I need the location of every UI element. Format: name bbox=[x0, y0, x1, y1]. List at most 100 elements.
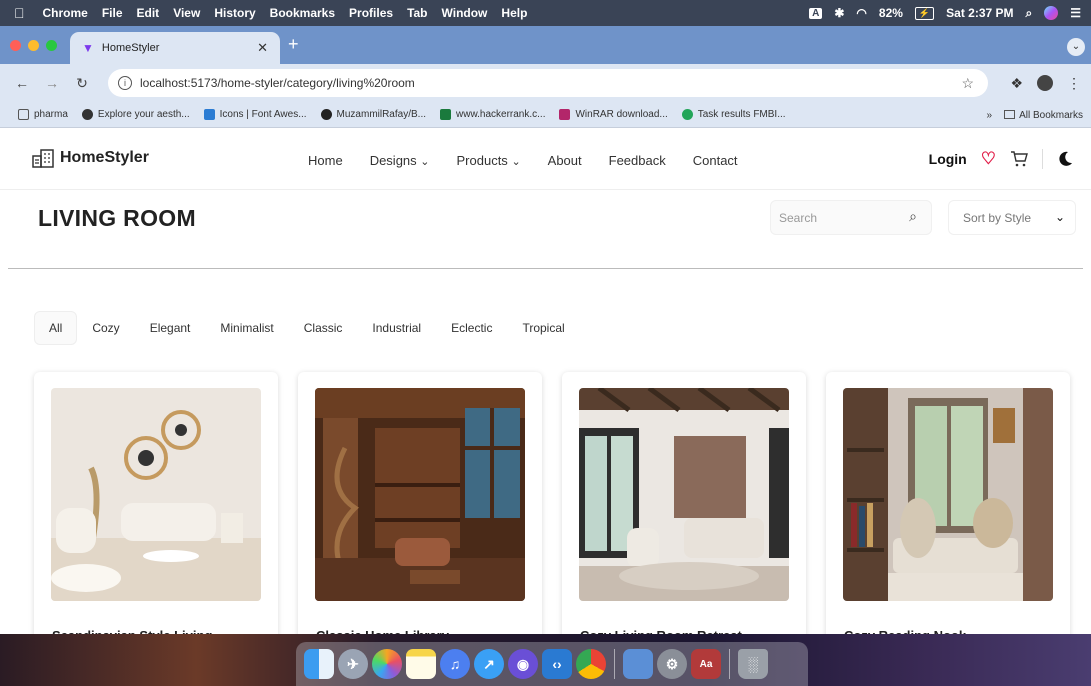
filter-eclectic[interactable]: Eclectic bbox=[436, 311, 507, 345]
nav-products-label: Products bbox=[456, 153, 508, 168]
nav-about[interactable]: About bbox=[548, 153, 582, 168]
spotlight-icon[interactable]: ⌕ bbox=[1026, 6, 1033, 21]
menu-history[interactable]: History bbox=[214, 6, 255, 20]
design-card[interactable]: Cozy Living Room Retreat bbox=[562, 372, 806, 648]
notes-icon[interactable] bbox=[406, 649, 436, 679]
all-bookmarks-label: All Bookmarks bbox=[1019, 109, 1083, 121]
bookmark-item[interactable]: Icons | Font Awes... bbox=[203, 109, 307, 120]
bookmark-item[interactable]: WinRAR download... bbox=[559, 109, 668, 120]
bookmark-label: MuzammilRafay/B... bbox=[336, 109, 426, 120]
menu-profiles[interactable]: Profiles bbox=[349, 6, 393, 20]
design-card[interactable]: Classic Home Library bbox=[298, 372, 542, 648]
site-navbar: HomeStyler Home Designs ⌄ Products ⌄ Abo… bbox=[0, 128, 1091, 190]
battery-percentage[interactable]: 82% bbox=[879, 6, 903, 20]
close-window-icon[interactable] bbox=[10, 40, 21, 51]
login-link[interactable]: Login bbox=[929, 151, 967, 167]
siri-icon[interactable] bbox=[1044, 6, 1059, 20]
music-icon[interactable]: ♫ bbox=[440, 649, 470, 679]
profile-avatar[interactable] bbox=[1037, 75, 1053, 91]
chevron-down-icon: ⌄ bbox=[1054, 210, 1065, 224]
bookmark-item[interactable]: www.hackerrank.c... bbox=[440, 109, 545, 120]
filter-elegant[interactable]: Elegant bbox=[135, 311, 206, 345]
nav-products[interactable]: Products ⌄ bbox=[457, 153, 521, 168]
more-bookmarks-icon[interactable]: » bbox=[987, 110, 993, 121]
menu-window[interactable]: Window bbox=[442, 6, 488, 20]
cart-icon[interactable] bbox=[1010, 150, 1028, 168]
reload-icon[interactable]: ↻ bbox=[74, 75, 90, 92]
site-logo[interactable]: HomeStyler bbox=[32, 148, 149, 168]
design-card[interactable]: Scandinavian Style Living bbox=[34, 372, 278, 648]
wifi-icon[interactable]: ◠ bbox=[856, 6, 866, 20]
filter-tropical[interactable]: Tropical bbox=[507, 311, 579, 345]
control-center-icon[interactable]: ☰ bbox=[1070, 6, 1081, 20]
browser-tab[interactable]: ▼ HomeStyler ✕ bbox=[70, 32, 280, 64]
system-settings-icon[interactable]: ⚙ bbox=[657, 649, 687, 679]
search-icon[interactable]: ⌕ bbox=[909, 208, 917, 225]
design-image[interactable] bbox=[579, 388, 789, 601]
menu-edit[interactable]: Edit bbox=[137, 6, 160, 20]
menubar-app-name[interactable]: Chrome bbox=[43, 6, 88, 20]
photos-icon[interactable] bbox=[372, 649, 402, 679]
bookmark-item[interactable]: Explore your aesth... bbox=[81, 109, 190, 120]
minimize-window-icon[interactable] bbox=[28, 40, 39, 51]
close-tab-icon[interactable]: ✕ bbox=[257, 40, 268, 56]
style-filter-tabs: All Cozy Elegant Minimalist Classic Indu… bbox=[34, 311, 580, 345]
github-desktop-icon[interactable]: ◉ bbox=[508, 649, 538, 679]
extensions-icon[interactable]: ❖ bbox=[1010, 75, 1023, 92]
vscode-icon[interactable]: ‹› bbox=[542, 649, 572, 679]
clock[interactable]: Sat 2:37 PM bbox=[946, 6, 1013, 20]
trash-icon[interactable]: ░ bbox=[738, 649, 768, 679]
bookmark-item[interactable]: Task results FMBI... bbox=[681, 109, 786, 120]
input-source-icon[interactable]: A bbox=[809, 7, 823, 19]
battery-icon[interactable]: ⚡ bbox=[914, 6, 935, 20]
dictionary-icon[interactable]: Aa bbox=[691, 649, 721, 679]
chrome-icon[interactable] bbox=[576, 649, 606, 679]
preview-icon[interactable] bbox=[623, 649, 653, 679]
address-bar[interactable]: i localhost:5173/home-styler/category/li… bbox=[108, 69, 988, 97]
bookmark-star-icon[interactable]: ☆ bbox=[961, 75, 974, 92]
heart-icon[interactable]: ♡ bbox=[981, 149, 996, 169]
menu-tab[interactable]: Tab bbox=[407, 6, 427, 20]
bluetooth-icon[interactable]: ✱ bbox=[834, 6, 844, 20]
nav-contact[interactable]: Contact bbox=[693, 153, 738, 168]
forward-icon[interactable]: → bbox=[44, 75, 60, 91]
new-tab-icon[interactable]: + bbox=[288, 34, 299, 55]
design-card[interactable]: Cozy Reading Nook bbox=[826, 372, 1070, 648]
safari-icon[interactable]: ↗ bbox=[474, 649, 504, 679]
site-info-icon[interactable]: i bbox=[118, 76, 132, 90]
tab-strip: ▼ HomeStyler ✕ + ⌄ bbox=[0, 26, 1091, 64]
chrome-menu-icon[interactable]: ⋮ bbox=[1067, 75, 1081, 92]
design-image[interactable] bbox=[843, 388, 1053, 601]
filter-classic[interactable]: Classic bbox=[289, 311, 358, 345]
menu-view[interactable]: View bbox=[173, 6, 200, 20]
window-controls bbox=[10, 40, 57, 51]
bookmark-item[interactable]: pharma bbox=[18, 109, 68, 120]
launchpad-icon[interactable]: ✈ bbox=[338, 649, 368, 679]
tab-search-icon[interactable]: ⌄ bbox=[1067, 38, 1085, 56]
design-image[interactable] bbox=[315, 388, 525, 601]
main-nav: Home Designs ⌄ Products ⌄ About Feedback… bbox=[308, 153, 738, 168]
search-placeholder: Search bbox=[779, 210, 818, 225]
nav-home[interactable]: Home bbox=[308, 153, 343, 168]
filter-cozy[interactable]: Cozy bbox=[77, 311, 134, 345]
sort-dropdown[interactable]: Sort by Style ⌄ bbox=[948, 200, 1076, 235]
menu-help[interactable]: Help bbox=[501, 6, 527, 20]
back-icon[interactable]: ← bbox=[14, 75, 30, 91]
menu-file[interactable]: File bbox=[102, 6, 123, 20]
design-image[interactable] bbox=[51, 388, 261, 601]
nav-designs[interactable]: Designs ⌄ bbox=[370, 153, 430, 168]
nav-feedback[interactable]: Feedback bbox=[609, 153, 666, 168]
filter-minimalist[interactable]: Minimalist bbox=[205, 311, 288, 345]
menu-bookmarks[interactable]: Bookmarks bbox=[270, 6, 335, 20]
finder-icon[interactable] bbox=[304, 649, 334, 679]
dark-mode-moon-icon[interactable] bbox=[1057, 151, 1073, 167]
maximize-window-icon[interactable] bbox=[46, 40, 57, 51]
bookmark-item[interactable]: MuzammilRafay/B... bbox=[320, 109, 426, 120]
apple-icon[interactable]:  bbox=[14, 5, 25, 21]
all-bookmarks-button[interactable]: All Bookmarks bbox=[1004, 110, 1083, 121]
filter-all[interactable]: All bbox=[34, 311, 78, 345]
logo-text: HomeStyler bbox=[60, 149, 149, 166]
url-text[interactable]: localhost:5173/home-styler/category/livi… bbox=[140, 76, 415, 90]
filter-industrial[interactable]: Industrial bbox=[357, 311, 436, 345]
search-box[interactable]: Search ⌕ bbox=[770, 200, 932, 235]
